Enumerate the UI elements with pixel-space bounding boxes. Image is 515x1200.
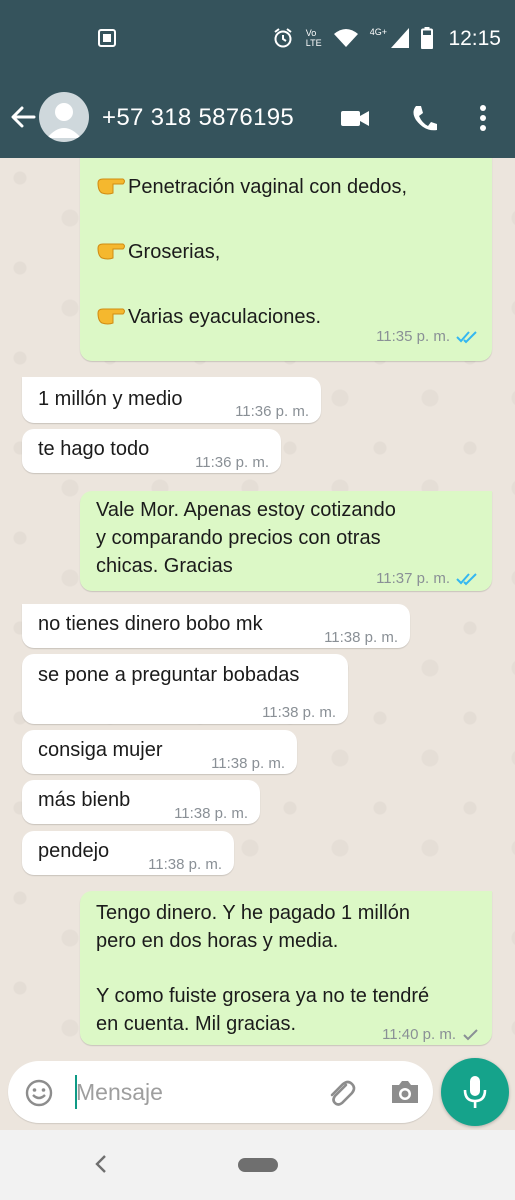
attach-icon[interactable] <box>324 1076 358 1110</box>
avatar[interactable] <box>39 92 89 142</box>
message-text-line: pero en dos horas y media. <box>96 930 339 952</box>
back-arrow-icon[interactable] <box>8 102 38 132</box>
outgoing-message[interactable]: Penetración vaginal con dedos, Groserias… <box>80 158 492 361</box>
message-time: 11:38 p. m. <box>211 755 285 772</box>
double-check-read-icon <box>456 331 477 344</box>
message-text-line: chicas. Gracias <box>96 555 233 577</box>
message-time: 11:38 p. m. <box>262 704 336 721</box>
incoming-message[interactable]: consiga mujer 11:38 p. m. <box>22 730 297 774</box>
message-text-line: Groserias, <box>96 238 220 266</box>
message-text-line: Y como fuiste grosera ya no te tendré <box>96 985 430 1007</box>
incoming-message[interactable]: se pone a preguntar bobadas 11:38 p. m. <box>22 654 348 724</box>
home-pill[interactable] <box>238 1158 278 1172</box>
double-check-read-icon <box>456 573 477 586</box>
message-meta: 11:40 p. m. <box>382 1021 480 1049</box>
clock: 12:15 <box>448 27 501 50</box>
message-text-line: Penetración vaginal con dedos, <box>96 173 407 201</box>
more-vert-icon[interactable] <box>478 103 488 133</box>
network-type: 4G+ <box>369 27 387 37</box>
outgoing-message[interactable]: Tengo dinero. Y he pagado 1 millón pero … <box>80 891 492 1045</box>
pointing-hand-emoji <box>97 243 125 260</box>
message-time: 11:38 p. m. <box>324 629 398 646</box>
message-input[interactable]: Mensaje <box>8 1061 433 1123</box>
message-text-line: y comparando precios con otras <box>96 527 381 549</box>
alarm-icon <box>274 28 292 48</box>
battery-icon <box>421 27 433 49</box>
default-avatar-icon <box>47 103 81 138</box>
compose-bar: Mensaje <box>0 1058 515 1130</box>
message-text: pendejo <box>38 840 110 862</box>
sim-card-icon <box>98 29 116 47</box>
message-text-line: en cuenta. Mil gracias. <box>96 1013 297 1035</box>
message-text-line: Tengo dinero. Y he pagado 1 millón <box>96 902 410 924</box>
incoming-message[interactable]: más bienb 11:38 p. m. <box>22 780 260 824</box>
video-call-icon[interactable] <box>340 103 370 133</box>
wifi-icon <box>333 29 358 47</box>
single-check-icon <box>463 1029 478 1041</box>
message-time: 11:40 p. m. <box>382 1026 456 1043</box>
message-meta: 11:35 p. m. <box>376 323 480 351</box>
contact-name[interactable]: +57 318 5876195 <box>102 104 294 132</box>
message-time: 11:38 p. m. <box>148 856 222 873</box>
message-text: no tienes dinero bobo mk <box>38 613 263 635</box>
volte-label: Vo LTE <box>305 28 322 48</box>
mic-icon <box>463 1076 487 1108</box>
message-text: te hago todo <box>38 438 150 460</box>
message-text: 1 millón y medio <box>38 388 183 410</box>
chat-header: +57 318 5876195 <box>0 80 515 158</box>
emoji-icon[interactable] <box>24 1078 54 1108</box>
pointing-hand-emoji <box>97 178 125 195</box>
message-time: 11:38 p. m. <box>174 805 248 822</box>
message-text-line: Varias eyaculaciones. <box>96 303 321 331</box>
message-meta: 11:37 p. m. <box>376 565 480 593</box>
message-time: 11:36 p. m. <box>195 454 269 471</box>
message-text: más bienb <box>38 789 131 811</box>
nav-back-icon[interactable] <box>94 1154 108 1174</box>
message-time: 11:35 p. m. <box>376 328 450 345</box>
message-list[interactable]: Penetración vaginal con dedos, Groserias… <box>0 158 515 1058</box>
camera-icon[interactable] <box>390 1079 420 1105</box>
outgoing-message[interactable]: Vale Mor. Apenas estoy cotizando y compa… <box>80 491 492 591</box>
message-time: 11:37 p. m. <box>376 570 450 587</box>
system-nav-bar <box>0 1130 515 1200</box>
incoming-message[interactable]: pendejo 11:38 p. m. <box>22 831 234 875</box>
incoming-message[interactable]: 1 millón y medio 11:36 p. m. <box>22 377 321 423</box>
message-text: se pone a preguntar bobadas <box>38 664 300 686</box>
input-placeholder: Mensaje <box>76 1079 163 1105</box>
message-text: consiga mujer <box>38 739 163 761</box>
status-icons: Vo LTE 4G+ <box>272 27 433 49</box>
message-text-line: Vale Mor. Apenas estoy cotizando <box>96 499 396 521</box>
phone-icon[interactable] <box>411 103 437 133</box>
status-bar: Vo LTE 4G+ 12:15 <box>0 0 515 80</box>
signal-icon <box>391 28 409 48</box>
incoming-message[interactable]: te hago todo 11:36 p. m. <box>22 429 281 473</box>
pointing-hand-emoji <box>97 308 125 325</box>
message-time: 11:36 p. m. <box>235 403 309 420</box>
voice-message-button[interactable] <box>441 1058 509 1126</box>
incoming-message[interactable]: no tienes dinero bobo mk 11:38 p. m. <box>22 604 410 648</box>
